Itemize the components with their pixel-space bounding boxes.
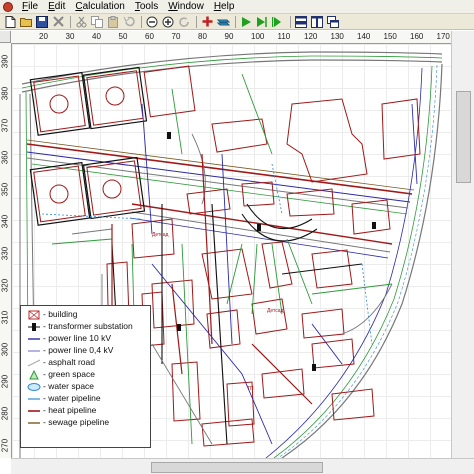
legend-item-building: - building bbox=[25, 309, 146, 320]
sewage-pipeline-icon bbox=[25, 417, 43, 428]
water-space-icon bbox=[25, 381, 43, 392]
ruler-tick-label: 60 bbox=[145, 32, 154, 41]
menu-help[interactable]: Help bbox=[209, 0, 240, 13]
ruler-tick-label: 360 bbox=[0, 150, 10, 165]
zoom-in-icon[interactable] bbox=[161, 15, 175, 29]
legend-item-sewage-pipeline: - sewage pipeline bbox=[25, 417, 146, 428]
horizontal-scrollbar[interactable] bbox=[11, 458, 474, 474]
delete-icon[interactable] bbox=[51, 15, 65, 29]
toolbar-separator bbox=[141, 15, 142, 28]
ruler-tick-label: 40 bbox=[92, 32, 101, 41]
ruler-tick-label: 330 bbox=[0, 246, 10, 261]
toolbar-separator bbox=[70, 15, 71, 28]
menu-file[interactable]: File bbox=[17, 0, 43, 13]
ruler-tick-label: 30 bbox=[65, 32, 75, 41]
horizontal-scroll-thumb[interactable] bbox=[151, 462, 323, 473]
ruler-tick-label: 170 bbox=[436, 32, 450, 41]
undo-icon[interactable] bbox=[122, 15, 136, 29]
power-line-10kv-icon bbox=[25, 333, 43, 344]
transformer-icon bbox=[25, 321, 43, 332]
legend-item-asphalt-road: - asphalt road bbox=[25, 357, 146, 368]
save-icon[interactable] bbox=[35, 15, 49, 29]
ruler-tick-label: 380 bbox=[0, 86, 10, 101]
map-label: Детсад bbox=[152, 232, 169, 238]
app-icon[interactable] bbox=[3, 1, 13, 12]
ruler-tick-label: 100 bbox=[251, 32, 265, 41]
ruler-tick-label: 160 bbox=[410, 32, 424, 41]
open-icon[interactable] bbox=[19, 15, 33, 29]
ruler-tick-label: 280 bbox=[0, 406, 10, 421]
toolbar-separator bbox=[290, 15, 291, 28]
cascade-icon[interactable] bbox=[326, 15, 340, 29]
map-legend: - building - transformer substation - po… bbox=[20, 305, 151, 448]
legend-item-power-04kv: - power line 0,4 kV bbox=[25, 345, 146, 356]
ruler-tick-label: 140 bbox=[357, 32, 371, 41]
water-pipeline-icon bbox=[25, 393, 43, 404]
ruler-tick-label: 120 bbox=[304, 32, 318, 41]
menu-edit[interactable]: Edit bbox=[43, 0, 70, 13]
ruler-tick-label: 370 bbox=[0, 118, 10, 133]
map-label: Детсад bbox=[267, 308, 284, 314]
ruler-tick-label: 270 bbox=[0, 438, 10, 453]
paste-icon[interactable] bbox=[106, 15, 120, 29]
menu-calculation[interactable]: Calculation bbox=[70, 0, 130, 13]
ruler-tick-label: 340 bbox=[0, 214, 10, 229]
tile-horizontal-icon[interactable] bbox=[294, 15, 308, 29]
ruler-corner bbox=[0, 31, 11, 43]
copy-icon[interactable] bbox=[90, 15, 104, 29]
vertical-scrollbar[interactable] bbox=[451, 31, 474, 458]
ruler-tick-label: 130 bbox=[330, 32, 344, 41]
top-ruler: 20 30 40 50 60 70 80 90 100 110 120 130 140 150 160 170 bbox=[11, 31, 451, 44]
ruler-tick-label: 110 bbox=[277, 32, 291, 41]
ruler-tick-label: 390 bbox=[0, 54, 10, 69]
legend-item-power-10kv: - power line 10 kV bbox=[25, 333, 146, 344]
menu-tools[interactable]: Tools bbox=[130, 0, 163, 13]
power-line-04kv-icon bbox=[25, 345, 43, 356]
asphalt-road-icon bbox=[25, 357, 43, 368]
ruler-tick-label: 300 bbox=[0, 342, 10, 357]
map-label: ТП bbox=[247, 386, 254, 392]
menu-window[interactable]: Window bbox=[163, 0, 209, 13]
zoom-out-icon[interactable] bbox=[145, 15, 159, 29]
ruler-tick-label: 150 bbox=[383, 32, 397, 41]
ruler-tick-label: 310 bbox=[0, 310, 10, 325]
layers-icon[interactable] bbox=[216, 15, 230, 29]
toolbar-separator bbox=[196, 15, 197, 28]
heat-pipeline-icon bbox=[25, 405, 43, 416]
add-icon[interactable] bbox=[200, 15, 214, 29]
building-icon bbox=[25, 309, 43, 320]
ruler-tick-label: 70 bbox=[171, 32, 181, 41]
legend-item-water-space: - water space bbox=[25, 381, 146, 392]
run-all-icon[interactable] bbox=[271, 15, 285, 29]
ruler-tick-label: 290 bbox=[0, 374, 10, 389]
ruler-tick-label: 20 bbox=[39, 32, 48, 41]
refresh-icon[interactable] bbox=[177, 15, 191, 29]
menu-bar: File Edit Calculation Tools Window Help bbox=[0, 0, 474, 14]
new-icon[interactable] bbox=[3, 15, 17, 29]
toolbar-separator bbox=[235, 15, 236, 28]
ruler-tick-label: 350 bbox=[0, 182, 10, 197]
toolbar bbox=[0, 14, 474, 30]
legend-item-water-pipeline: - water pipeline bbox=[25, 393, 146, 404]
cut-icon[interactable] bbox=[74, 15, 88, 29]
ruler-tick-label: 90 bbox=[224, 32, 234, 41]
left-ruler: 390 380 370 360 350 340 330 320 310 300 290 280 270 bbox=[0, 43, 12, 458]
green-space-icon bbox=[25, 369, 43, 380]
legend-item-heat-pipeline: - heat pipeline bbox=[25, 405, 146, 416]
legend-item-green-space: - green space bbox=[25, 369, 146, 380]
ruler-tick-label: 320 bbox=[0, 278, 10, 293]
tile-vertical-icon[interactable] bbox=[310, 15, 324, 29]
run-step-icon[interactable] bbox=[255, 15, 269, 29]
ruler-tick-label: 50 bbox=[118, 32, 128, 41]
vertical-scroll-thumb[interactable] bbox=[456, 91, 471, 183]
run-icon[interactable] bbox=[239, 15, 253, 29]
legend-item-transformer: - transformer substation bbox=[25, 321, 146, 332]
ruler-tick-label: 80 bbox=[198, 32, 207, 41]
